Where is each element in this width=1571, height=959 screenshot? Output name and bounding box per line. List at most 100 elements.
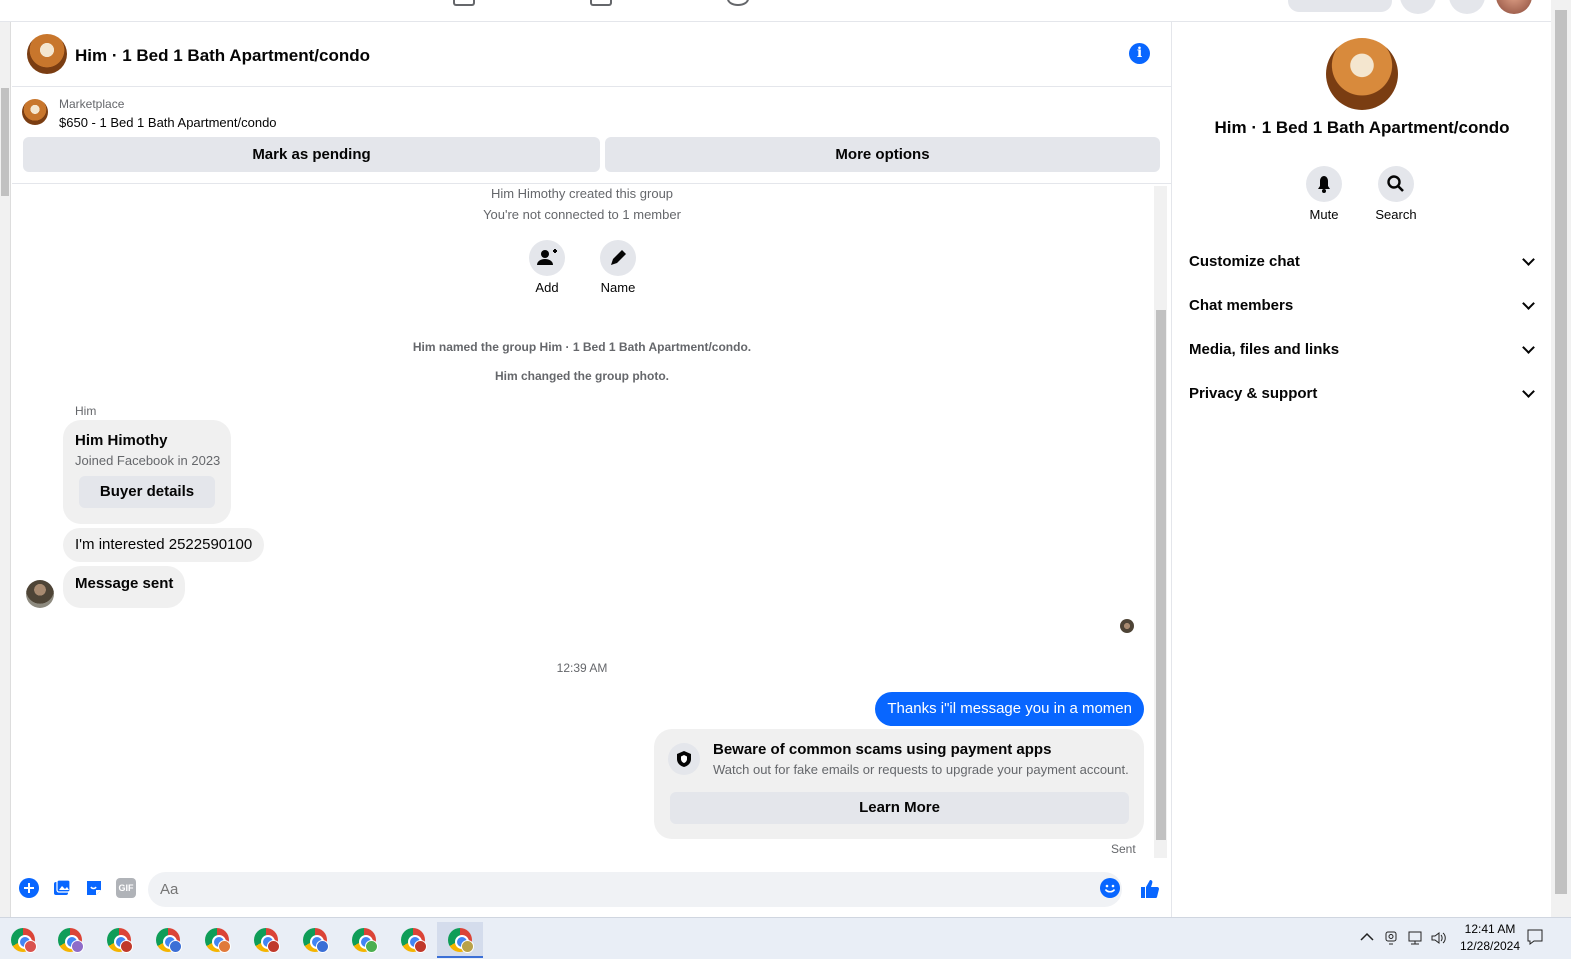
not-connected-text: You're not connected to 1 member [483,207,681,222]
profile-badge [461,940,474,953]
profile-badge [218,940,231,953]
search-icon [1387,175,1404,192]
profile-badge [365,940,378,953]
gaming-nav-icon[interactable] [727,0,749,6]
chat-title[interactable]: Him · 1 Bed 1 Bath Apartment/condo [75,46,370,66]
network-icon[interactable] [1406,930,1424,946]
chevron-down-icon [1522,341,1535,354]
scam-notice-body: Watch out for fake emails or requests to… [713,762,1129,777]
account-avatar[interactable] [1496,0,1532,14]
top-pill-button[interactable] [1288,0,1392,12]
camera-icon[interactable] [1384,930,1398,946]
details-group-photo[interactable] [1326,38,1398,110]
group-photo[interactable] [27,34,67,74]
thumbs-up-icon[interactable] [1139,878,1161,900]
details-title: Him · 1 Bed 1 Bath Apartment/condo [1214,118,1510,137]
message-timestamp: 12:39 AM [556,661,608,675]
bell-icon [1318,176,1330,193]
taskbar-chrome-10[interactable] [437,922,483,958]
taskbar: 12:41 AM 12/28/2024 [0,917,1571,959]
emoji-icon[interactable] [1100,878,1120,898]
message-bubble-interested[interactable]: I'm interested 2522590100 [63,528,265,562]
notification-center-icon[interactable] [1526,928,1544,946]
buyer-name: Him Himothy [75,432,168,449]
add-person-icon [537,249,557,265]
group-created-text: Him Himothy created this group [490,186,674,201]
pencil-icon [611,250,626,265]
marketplace-nav-icon[interactable] [453,0,475,6]
buyer-card: Him Himothy Joined Facebook in 2023 Buye… [63,420,231,524]
section-chat-members[interactable]: Chat members [1189,287,1539,327]
section-customize-chat[interactable]: Customize chat [1189,243,1539,283]
section-label: Media, files and links [1189,341,1340,358]
clock-time[interactable]: 12:41 AM [1440,922,1540,936]
sender-name: Him [75,404,97,418]
profile-badge [71,940,84,953]
info-icon[interactable]: i [1129,43,1150,64]
taskbar-chrome-4[interactable] [145,922,191,958]
message-input[interactable] [148,872,1122,907]
read-receipt-avatar [1120,619,1134,633]
more-options-button[interactable]: More options [605,137,1160,172]
notifications-icon[interactable] [1449,0,1485,14]
profile-badge [316,940,329,953]
sticker-icon[interactable] [84,878,104,898]
profile-badge [24,940,37,953]
name-group-button[interactable] [600,240,636,276]
taskbar-chrome-1[interactable] [0,922,46,958]
window-scrollbar[interactable] [1551,0,1571,917]
profile-badge [267,940,280,953]
outgoing-message-bubble[interactable]: Thanks i"il message you in a momen [875,692,1144,726]
taskbar-chrome-9[interactable] [390,922,436,958]
section-media-files-links[interactable]: Media, files and links [1189,331,1539,371]
message-bubble-sent-notice[interactable]: Message sent [63,566,186,608]
taskbar-chrome-6[interactable] [243,922,289,958]
thread-scrollbar[interactable] [1154,186,1167,858]
taskbar-chrome-5[interactable] [194,922,240,958]
shield-icon [668,743,700,775]
section-privacy-support[interactable]: Privacy & support [1189,375,1539,415]
clock-date[interactable]: 12/28/2024 [1440,939,1540,953]
chevron-down-icon [1522,297,1535,310]
thread-scrollbar-thumb[interactable] [1156,310,1166,840]
taskbar-chrome-8[interactable] [341,922,387,958]
chat-header: Him · 1 Bed 1 Bath Apartment/condo i [12,22,1172,87]
marketplace-banner: Marketplace $650 - 1 Bed 1 Bath Apartmen… [12,87,1172,184]
search-label: Search [1375,207,1417,222]
chevron-up-icon[interactable] [1360,932,1374,942]
section-label: Privacy & support [1189,385,1318,402]
mute-label: Mute [1309,207,1339,222]
message-status: Sent [1111,842,1136,856]
scam-notice-title: Beware of common scams using payment app… [713,741,1052,758]
plus-icon[interactable] [19,878,39,898]
learn-more-button[interactable]: Learn More [670,792,1129,824]
window-scrollbar-thumb[interactable] [1555,10,1567,894]
taskbar-chrome-2[interactable] [47,922,93,958]
listing-title[interactable]: $650 - 1 Bed 1 Bath Apartment/condo [59,115,277,130]
groups-nav-icon[interactable] [590,0,612,6]
message-thread: Him Himothy created this group You're no… [12,184,1172,860]
name-label: Name [600,280,636,295]
group-photo-event: Him changed the group photo. [495,369,669,383]
buyer-details-button[interactable]: Buyer details [79,476,215,508]
profile-badge [414,940,427,953]
photo-icon[interactable] [52,878,72,898]
page-scrollbar[interactable] [0,22,11,917]
taskbar-chrome-3[interactable] [96,922,142,958]
listing-thumbnail[interactable] [22,99,48,125]
taskbar-chrome-7[interactable] [292,922,338,958]
add-member-button[interactable] [529,240,565,276]
gif-icon[interactable]: GIF [116,878,136,898]
search-in-chat-button[interactable] [1378,166,1414,202]
sender-avatar[interactable] [26,580,54,608]
page-scrollbar-thumb[interactable] [1,88,9,196]
mute-button[interactable] [1306,166,1342,202]
profile-badge [169,940,182,953]
chevron-down-icon [1522,385,1535,398]
buyer-joined: Joined Facebook in 2023 [75,453,221,468]
chevron-down-icon [1522,253,1535,266]
chat-panel: Him · 1 Bed 1 Bath Apartment/condo i Mar… [12,22,1172,917]
section-label: Chat members [1189,297,1294,314]
mark-as-pending-button[interactable]: Mark as pending [23,137,600,172]
menu-grid-icon[interactable] [1400,0,1436,14]
